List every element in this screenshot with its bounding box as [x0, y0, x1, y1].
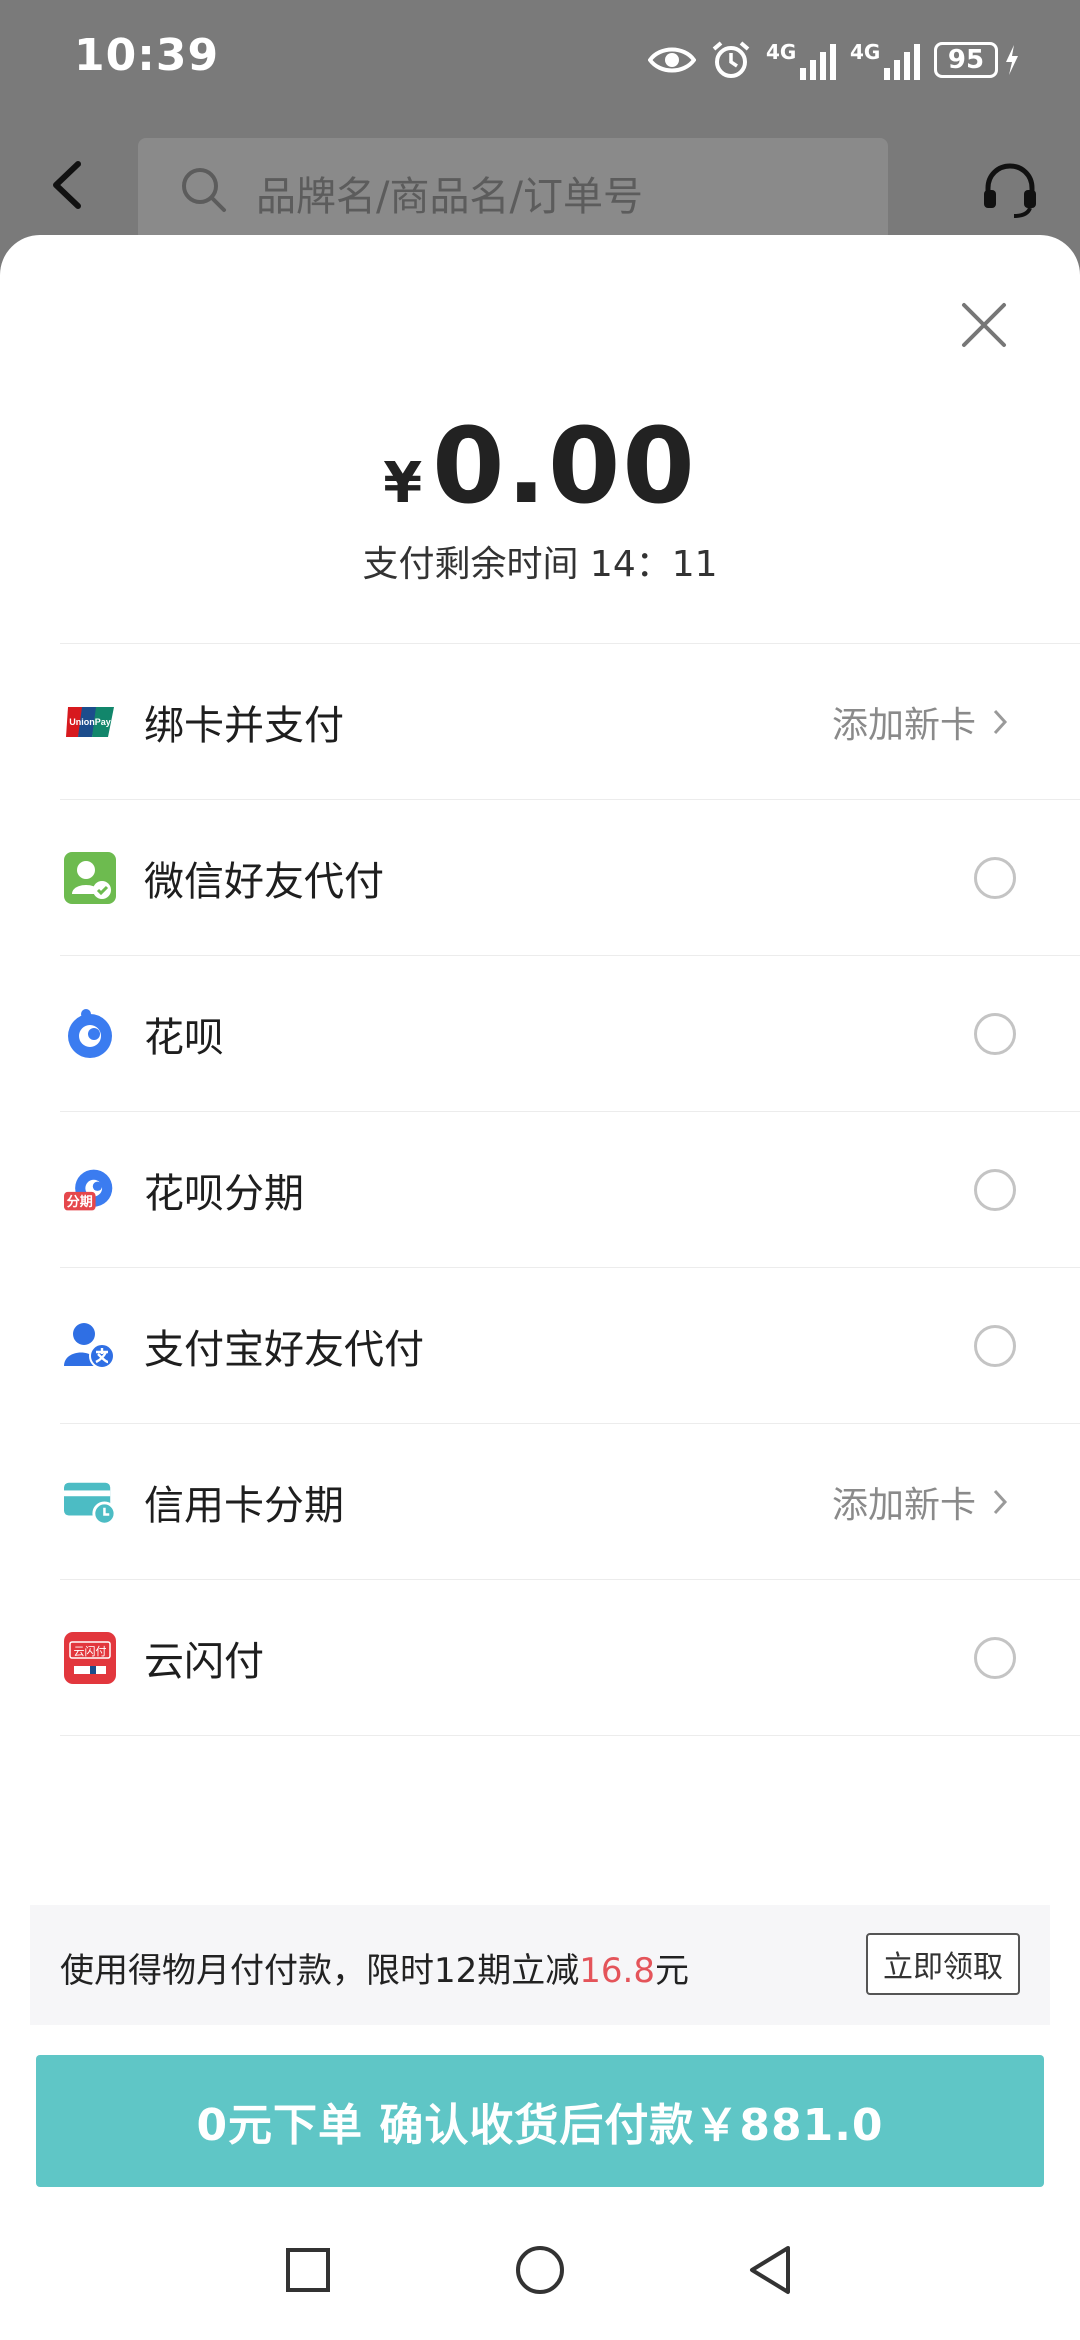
add-card-link[interactable]: 添加新卡 [832, 696, 1008, 748]
chevron-right-icon [993, 1489, 1008, 1514]
promo-text: 使用得物月付付款，限时12期立减16.8元 [60, 1943, 689, 1992]
payment-amount: ¥0.00 [0, 405, 1080, 527]
customer-service-icon[interactable] [978, 158, 1042, 222]
payment-method-alipay-friend[interactable]: 支付宝好友代付 [60, 1268, 1080, 1424]
header: 品牌名/商品名/订单号 [0, 120, 1080, 242]
wechat-friend-icon [64, 851, 116, 904]
payment-method-wechat-friend[interactable]: 微信好友代付 [60, 800, 1080, 956]
network-type-label: 4G [766, 40, 797, 64]
installment-badge: 分期 [67, 1193, 93, 1209]
payment-method-huabei[interactable]: 花呗 [60, 956, 1080, 1112]
system-nav-bar [0, 2210, 1080, 2340]
quickpass-icon: 云闪付 [64, 1631, 116, 1684]
signal-icon: 4G [766, 40, 836, 80]
currency-symbol: ¥ [383, 451, 423, 516]
radio-button[interactable] [974, 1636, 1016, 1679]
signal-icon: 4G [850, 40, 920, 80]
method-label: 花呗 [144, 1014, 224, 1061]
claim-button[interactable]: 立即领取 [866, 1933, 1020, 1995]
amount-value: 0.00 [432, 405, 697, 527]
method-label: 云闪付 [144, 1638, 264, 1685]
method-label: 支付宝好友代付 [144, 1326, 424, 1373]
back-nav-button[interactable] [742, 2240, 802, 2300]
add-card-label: 添加新卡 [831, 1484, 976, 1526]
promo-highlight: 16.8 [579, 1951, 655, 1991]
charging-icon [1006, 45, 1018, 75]
credit-card-icon [64, 1476, 116, 1528]
huabei-installment-icon: 分期 [64, 1164, 116, 1216]
promo-text-main: 使用得物月付付款，限时12期立减 [60, 1951, 580, 1991]
unionpay-icon: UnionPay [64, 696, 116, 748]
chevron-right-icon [993, 709, 1008, 734]
pay-button[interactable]: 0元下单 确认收货后付款￥881.0 [36, 2055, 1044, 2187]
search-input[interactable]: 品牌名/商品名/订单号 [138, 138, 888, 242]
payment-method-huabei-installment[interactable]: 分期 花呗分期 [60, 1112, 1080, 1268]
status-icons: 4G 4G 95 [648, 34, 1020, 86]
promo-banner: 使用得物月付付款，限时12期立减16.8元 立即领取 [30, 1905, 1050, 2025]
radio-button[interactable] [974, 856, 1016, 899]
battery-level: 95 [934, 42, 998, 78]
alipay-friend-icon [64, 1320, 116, 1372]
radio-button[interactable] [974, 1012, 1016, 1055]
add-card-label: 添加新卡 [831, 704, 976, 746]
status-time: 10:39 [74, 30, 220, 81]
payment-method-bind-card[interactable]: UnionPay 绑卡并支付 添加新卡 [60, 644, 1080, 800]
payment-sheet: ¥0.00 支付剩余时间 14：11 UnionPay 绑卡并支付 添加新卡 微… [0, 235, 1080, 2340]
alarm-icon [712, 41, 750, 78]
payment-countdown: 支付剩余时间 14：11 [0, 535, 1080, 587]
home-button[interactable] [510, 2240, 570, 2300]
search-placeholder: 品牌名/商品名/订单号 [256, 174, 643, 220]
method-label: 绑卡并支付 [144, 702, 344, 749]
payment-method-quickpass[interactable]: 云闪付 云闪付 [60, 1580, 1080, 1736]
payment-method-list: UnionPay 绑卡并支付 添加新卡 微信好友代付 花呗 分期 花呗分期 支付… [60, 643, 1080, 1736]
back-button[interactable] [40, 150, 100, 220]
huabei-icon [64, 1008, 116, 1060]
battery-icon: 95 [934, 42, 1020, 78]
add-card-link[interactable]: 添加新卡 [832, 1476, 1008, 1528]
promo-text-unit: 元 [654, 1951, 689, 1991]
countdown-value: 14：11 [589, 544, 718, 585]
method-label: 信用卡分期 [144, 1482, 344, 1529]
radio-button[interactable] [974, 1168, 1016, 1211]
method-label: 花呗分期 [144, 1170, 304, 1217]
countdown-label: 支付剩余时间 [362, 544, 579, 585]
eye-icon [648, 47, 696, 73]
recent-apps-button[interactable] [278, 2240, 338, 2300]
quickpass-badge: 云闪付 [74, 1644, 107, 1658]
method-label: 微信好友代付 [144, 858, 384, 905]
network-type-label: 4G [850, 40, 881, 64]
status-bar: 10:39 4G 4G 95 [0, 0, 1080, 120]
radio-button[interactable] [974, 1324, 1016, 1367]
close-icon[interactable] [956, 297, 1012, 353]
search-icon [182, 168, 226, 212]
payment-method-credit-card-installment[interactable]: 信用卡分期 添加新卡 [60, 1424, 1080, 1580]
svg-text:UnionPay: UnionPay [69, 717, 111, 727]
